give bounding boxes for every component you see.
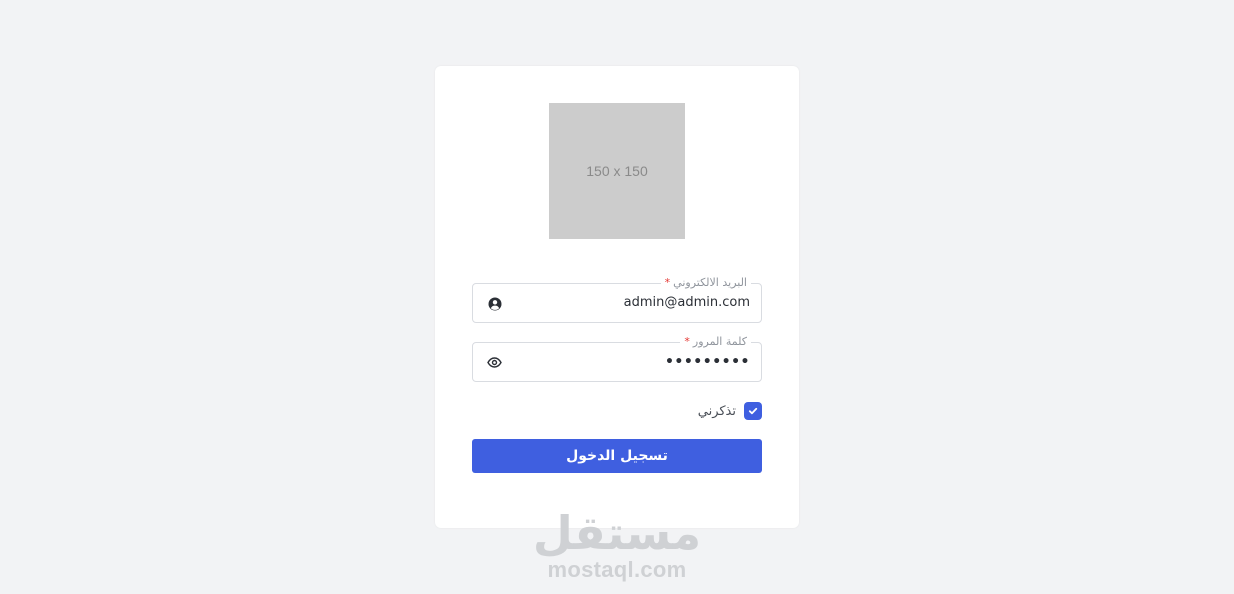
watermark-logo: مستقل mostaql.com xyxy=(517,507,717,581)
login-button[interactable]: تسجيل الدخول xyxy=(472,439,762,473)
eye-icon[interactable] xyxy=(487,355,502,370)
watermark-latin: mostaql.com xyxy=(547,557,687,582)
remember-me-checkbox[interactable] xyxy=(744,402,762,420)
watermark-arabic: مستقل xyxy=(532,506,702,560)
email-input-value[interactable]: admin@admin.com xyxy=(624,284,750,322)
logo-placeholder-text: 150 x 150 xyxy=(586,163,648,179)
password-input-value[interactable]: ••••••••• xyxy=(665,343,750,381)
password-field[interactable]: كلمة المرور* ••••••••• xyxy=(472,334,762,382)
remember-me[interactable]: تذكرني xyxy=(698,402,762,420)
login-card: 150 x 150 البريد الالكتروني* admin@admin… xyxy=(435,66,799,528)
logo-placeholder-image: 150 x 150 xyxy=(549,103,685,239)
check-icon xyxy=(748,407,758,415)
email-field[interactable]: البريد الالكتروني* admin@admin.com xyxy=(472,275,762,323)
user-circle-icon xyxy=(487,296,502,311)
remember-me-label: تذكرني xyxy=(697,403,736,419)
